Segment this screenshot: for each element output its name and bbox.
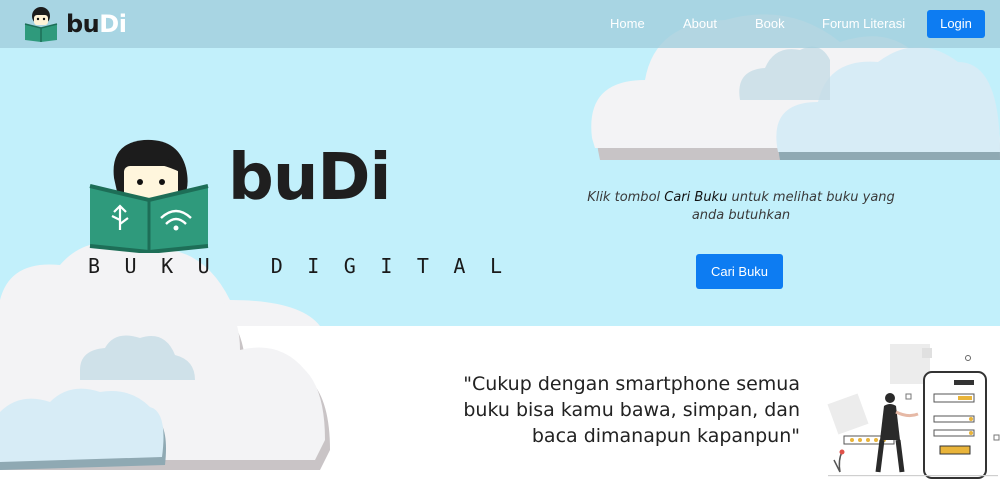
hint-prefix: Klik tombol <box>587 190 665 205</box>
nav-link-book[interactable]: Book <box>755 16 785 31</box>
hero-logo-icon <box>89 139 209 253</box>
brand-name-suffix: Di <box>99 10 127 38</box>
quote-line-1: "Cukup dengan smartphone semua <box>463 373 800 395</box>
quote-text: "Cukup dengan smartphone semua buku bisa… <box>430 371 800 449</box>
nav-link-home[interactable]: Home <box>610 16 645 31</box>
brand-logo-icon <box>24 7 58 42</box>
brand-name-prefix: bu <box>66 10 100 38</box>
section-cloud <box>0 272 330 470</box>
nav-link-forum-literasi[interactable]: Forum Literasi <box>822 16 905 31</box>
hero-brand-name: buDi <box>228 141 391 215</box>
login-button[interactable]: Login <box>927 10 985 38</box>
nav-link-about[interactable]: About <box>683 16 717 31</box>
woman-phone-illustration <box>827 344 1000 479</box>
quote-line-2: buku bisa kamu bawa, simpan, dan <box>463 399 800 421</box>
hint-emphasis: Cari Buku <box>664 190 728 205</box>
navbar-brand[interactable]: buDi <box>22 6 127 42</box>
cari-buku-button[interactable]: Cari Buku <box>696 254 783 289</box>
quote-line-3: baca dimanapun kapanpun" <box>531 425 800 447</box>
navbar: buDi Home About Book Forum Literasi Logi… <box>0 0 1000 48</box>
hero-hint-text: Klik tombol Cari Buku untuk melihat buku… <box>582 189 900 225</box>
navbar-brand-name: buDi <box>66 10 127 38</box>
